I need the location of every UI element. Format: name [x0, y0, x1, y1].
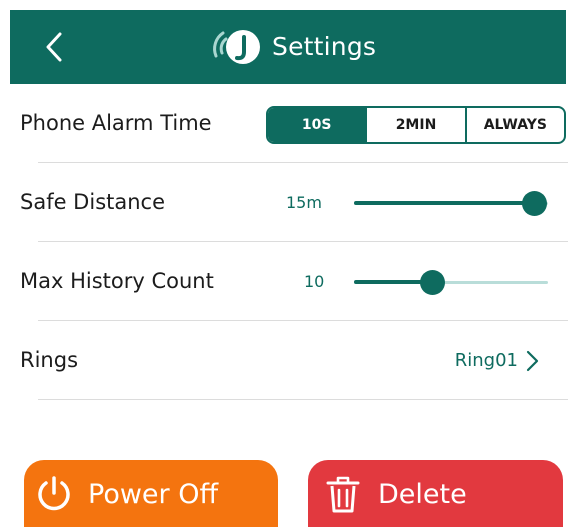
safe-distance-value: 15m [286, 193, 322, 212]
slider-fill [354, 201, 534, 205]
safe-distance-label: Safe Distance [20, 190, 166, 214]
delete-label: Delete [378, 479, 467, 510]
delete-button[interactable]: Delete [308, 460, 563, 527]
row-divider [38, 399, 568, 400]
power-icon [38, 476, 70, 511]
alarm-time-option-10s[interactable]: 10S [268, 108, 366, 142]
phone-alarm-time-label: Phone Alarm Time [20, 111, 212, 135]
alarm-time-option-2min[interactable]: 2MIN [365, 108, 464, 142]
max-history-count-value: 10 [304, 272, 325, 291]
power-off-label: Power Off [88, 479, 219, 510]
alarm-time-segmented-control: 10S 2MIN ALWAYS [266, 106, 566, 144]
app-logo-icon [213, 30, 260, 64]
setting-row-safe-distance: Safe Distance 15m [0, 163, 568, 242]
ring-selected-value: Ring01 [454, 350, 518, 371]
slider-thumb[interactable] [420, 270, 445, 295]
page-title: Settings [272, 32, 377, 61]
alarm-time-option-always[interactable]: ALWAYS [464, 108, 564, 142]
header-bar: Settings [10, 10, 566, 84]
max-history-count-label: Max History Count [20, 269, 214, 293]
trash-icon [326, 476, 360, 513]
max-history-count-slider[interactable] [354, 270, 548, 295]
setting-row-max-history-count: Max History Count 10 [0, 242, 568, 321]
setting-row-phone-alarm-time: Phone Alarm Time 10S 2MIN ALWAYS [0, 84, 568, 163]
setting-row-rings[interactable]: Rings Ring01 [0, 321, 568, 400]
back-chevron-icon[interactable] [34, 24, 80, 70]
power-off-button[interactable]: Power Off [24, 460, 278, 527]
slider-thumb[interactable] [522, 191, 547, 216]
rings-label: Rings [20, 348, 79, 372]
chevron-right-icon [526, 350, 539, 372]
safe-distance-slider[interactable] [354, 191, 548, 216]
